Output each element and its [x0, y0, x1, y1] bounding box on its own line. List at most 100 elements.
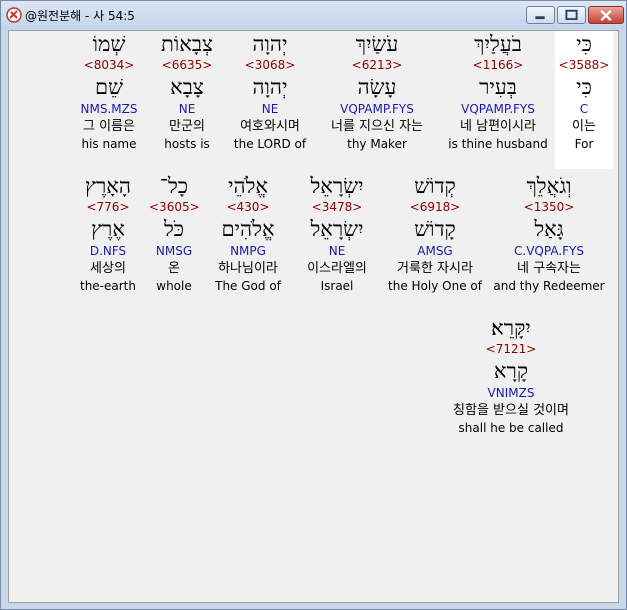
parsing-code: C	[579, 102, 589, 116]
parsing-code: D.NFS	[89, 244, 127, 258]
hebrew-word: וְגֹאֲלֵךְ	[526, 174, 572, 198]
strong-number[interactable]: <430>	[209, 199, 287, 216]
analysis-panel: כִּי <3588> כִּי C 이는 For בֹעֲלַיִךְ <11…	[8, 30, 619, 603]
word-block[interactable]: יִשְׂרָאֵל <3478> יִשְׂרָאֵל NE 이스라엘의 Is…	[297, 173, 377, 294]
word-block[interactable]: יְהוָה <3068> יְהוָה NE 여호와시며 the LORD o…	[229, 31, 311, 152]
korean-gloss: 거룩한 자시라	[397, 261, 473, 276]
parsing-code: NMPG	[230, 244, 266, 258]
hebrew-word: יְהוָה	[252, 32, 288, 56]
parsing-code: VNIMZS	[487, 386, 535, 400]
english-gloss: and thy Redeemer	[493, 279, 605, 293]
hebrew-word: שְׁמוֹ	[92, 32, 126, 56]
korean-gloss: 네 구속자는	[517, 261, 581, 276]
english-gloss: The God of	[215, 279, 281, 293]
strong-number[interactable]: <8034>	[73, 57, 145, 74]
hebrew-word: יִשְׂרָאֵל	[310, 174, 364, 198]
app-window: @원전분해 - 사 54:5 כִּי <3588> כִּי C 이는 For…	[0, 0, 627, 610]
strong-number[interactable]: <6213>	[315, 57, 439, 74]
word-block[interactable]: קְדוֹשׁ <6918> קָדוֹשׁ AMSG 거룩한 자시라 the …	[387, 173, 483, 294]
korean-gloss: 네 남편이시라	[460, 119, 536, 134]
strong-number[interactable]: <6635>	[155, 57, 219, 74]
korean-gloss: 만군의	[169, 119, 205, 134]
korean-gloss: 세상의	[90, 261, 126, 276]
korean-gloss: 이는	[572, 119, 596, 134]
hebrew-root: יִשְׂרָאֵל	[310, 217, 364, 241]
korean-gloss: 너를 지으신 자는	[331, 119, 423, 134]
hebrew-root: צָבָא	[170, 75, 204, 99]
word-block[interactable]: כָל־ <3605> כֹּל NMSG 온 whole	[149, 173, 200, 294]
hebrew-root: קָרָא	[493, 359, 529, 383]
word-block[interactable]: אֱלֹהֵי <430> אֱלֹהִים NMPG 하나님이라 The Go…	[209, 173, 287, 294]
hebrew-word: עֹשַׂיִךְ	[355, 32, 399, 56]
english-gloss: the Holy One of	[388, 279, 482, 293]
word-block[interactable]: שְׁמוֹ <8034> שֵׁם NMS.MZS 그 이름은 his nam…	[73, 31, 145, 152]
word-block[interactable]: יִקָּרֵא׃ <7121> קָרָא VNIMZS 칭함을 받으실 것이…	[401, 315, 621, 436]
english-gloss: shall he be called	[458, 421, 564, 435]
hebrew-root: יְהוָה	[252, 75, 288, 99]
word-block[interactable]: עֹשַׂיִךְ <6213> עָשָׂה VQPAMP.FYS 너를 지으…	[315, 31, 439, 152]
korean-gloss: 하나님이라	[218, 261, 278, 276]
english-gloss: Israel	[320, 279, 354, 293]
hebrew-root: אֱלֹהִים	[221, 217, 275, 241]
strong-number[interactable]: <3605>	[149, 199, 200, 216]
hebrew-word: יִקָּרֵא׃	[491, 316, 531, 340]
hebrew-word: בֹעֲלַיִךְ	[474, 32, 522, 56]
maximize-icon	[565, 9, 578, 21]
hebrew-word: קְדוֹשׁ	[414, 174, 456, 198]
korean-gloss: 그 이름은	[83, 119, 135, 134]
app-icon	[6, 7, 22, 23]
strong-number[interactable]: <3588>	[555, 57, 613, 74]
strong-number[interactable]: <1166>	[446, 57, 550, 74]
minimize-button[interactable]	[526, 6, 555, 24]
strong-number[interactable]: <7121>	[401, 341, 621, 358]
minimize-icon	[535, 16, 545, 20]
hebrew-root: כִּי	[576, 75, 592, 99]
hebrew-root: גָּאַל	[534, 217, 564, 241]
hebrew-root: שֵׁם	[95, 75, 123, 99]
hebrew-word: צְבָאוֹת	[161, 32, 213, 56]
english-gloss: For	[574, 137, 594, 151]
parsing-code: VQPAMP.FYS	[340, 102, 414, 116]
english-gloss: the LORD of	[233, 137, 307, 151]
strong-number[interactable]: <3478>	[297, 199, 377, 216]
parsing-code: VQPAMP.FYS	[461, 102, 535, 116]
korean-gloss: 여호와시며	[240, 119, 300, 134]
hebrew-word: הָאָרֶץ	[85, 174, 131, 198]
hebrew-root: בְּעִיר	[479, 75, 517, 99]
word-block[interactable]: צְבָאוֹת <6635> צָבָא NE 만군의 hosts is	[155, 31, 219, 152]
parsing-code: NMS.MZS	[80, 102, 138, 116]
hebrew-root: כֹּל	[163, 217, 185, 241]
hebrew-word: כִּי	[576, 32, 592, 56]
parsing-code: NMSG	[155, 244, 193, 258]
window-title: @원전분해 - 사 54:5	[25, 9, 135, 23]
hebrew-word: אֱלֹהֵי	[227, 174, 268, 198]
strong-number[interactable]: <3068>	[229, 57, 311, 74]
hebrew-word: כָל־	[159, 174, 189, 198]
close-button[interactable]	[588, 6, 624, 24]
parsing-code: NE	[328, 244, 346, 258]
word-block[interactable]: בֹעֲלַיִךְ <1166> בְּעִיר VQPAMP.FYS 네 남…	[446, 31, 550, 152]
maximize-button[interactable]	[557, 6, 586, 24]
english-gloss: hosts is	[164, 137, 210, 151]
hebrew-root: אֶרֶץ	[91, 217, 125, 241]
parsing-code: C.VQPA.FYS	[514, 244, 584, 258]
korean-gloss: 이스라엘의	[307, 261, 367, 276]
parsing-code: NE	[178, 102, 196, 116]
close-icon	[600, 9, 612, 22]
word-block[interactable]: וְגֹאֲלֵךְ <1350> גָּאַל C.VQPA.FYS 네 구속…	[493, 173, 605, 294]
parsing-code: AMSG	[417, 244, 453, 258]
strong-number[interactable]: <1350>	[493, 199, 605, 216]
strong-number[interactable]: <6918>	[387, 199, 483, 216]
hebrew-root: עָשָׂה	[357, 75, 397, 99]
parsing-code: NE	[261, 102, 279, 116]
english-gloss: thy Maker	[347, 137, 407, 151]
korean-gloss: 칭함을 받으실 것이며	[453, 403, 569, 418]
strong-number[interactable]: <776>	[75, 199, 141, 216]
english-gloss: is thine husband	[448, 137, 548, 151]
word-block[interactable]: כִּי <3588> כִּי C 이는 For	[555, 31, 613, 169]
korean-gloss: 온	[168, 261, 180, 276]
title-bar[interactable]: @원전분해 - 사 54:5	[1, 1, 626, 29]
word-block[interactable]: הָאָרֶץ <776> אֶרֶץ D.NFS 세상의 the-earth	[75, 173, 141, 294]
english-gloss: his name	[81, 137, 137, 151]
hebrew-root: קָדוֹשׁ	[414, 217, 456, 241]
